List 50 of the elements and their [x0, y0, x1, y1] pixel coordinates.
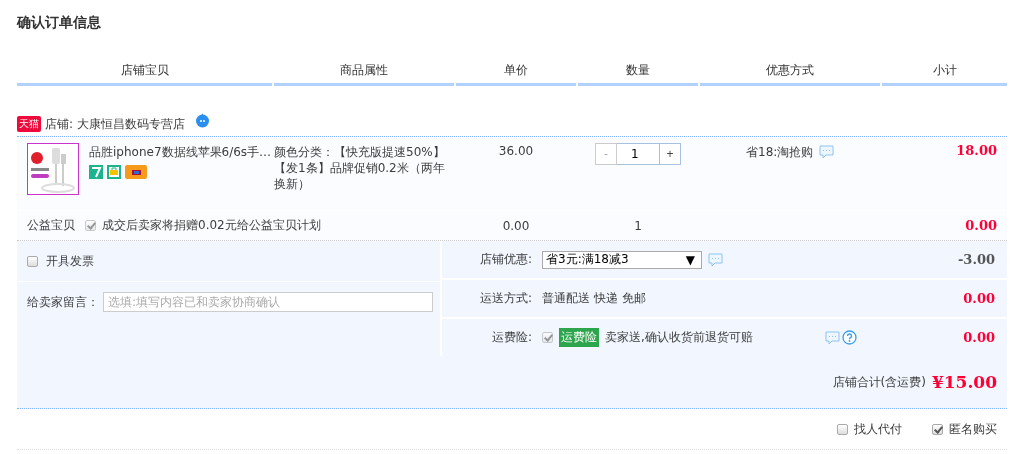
quantity-field[interactable]: 1: [617, 143, 659, 165]
select-value: 省3元:满18减3: [546, 251, 629, 268]
message-label: 给卖家留言：: [27, 293, 99, 311]
discount-text: 省18:淘抢购: [746, 144, 814, 161]
seven-day-icon: [89, 165, 103, 179]
shipping-method: 普通配送 快递 免邮: [542, 290, 646, 307]
charity-text: 成交后卖家将捐赠0.02元给公益宝贝计划: [102, 217, 321, 234]
discount-amount: -3.00: [956, 252, 996, 267]
subtotal: 18.00: [955, 143, 998, 160]
checkbox[interactable]: [542, 332, 553, 343]
checkbox[interactable]: [837, 423, 848, 435]
column-header: 单价: [456, 62, 576, 86]
insurance-tag: 运费险: [559, 328, 599, 347]
subtotal: 0.00: [964, 218, 998, 233]
store-label: 店铺:: [45, 115, 74, 133]
insurance-text: 卖家送,确认收货前退货可赔: [605, 329, 753, 346]
unit-price: 36.00: [497, 143, 535, 160]
message-field[interactable]: 选填:填写内容已和卖家协商确认: [103, 292, 433, 312]
discount-select[interactable]: 省3元:满18减3 ▼: [542, 250, 702, 269]
card-icon: [125, 165, 147, 179]
page-title: 确认订单信息: [17, 13, 102, 32]
column-header: 优惠方式: [700, 62, 880, 86]
column-header: 数量: [578, 62, 698, 86]
store-name[interactable]: 大康恒昌数码专营店: [77, 115, 186, 133]
option-label: 运费险:: [490, 329, 533, 346]
option-label: 店铺优惠:: [478, 251, 533, 268]
help-icon: [841, 330, 857, 345]
invoice-label: 开具发票: [46, 252, 94, 270]
dropdown-arrow: ▼: [685, 252, 695, 267]
insurance-amount: 0.00: [962, 330, 996, 345]
total-amount: ¥15.00: [931, 372, 997, 392]
store-badge: 天猫: [17, 116, 41, 132]
product-attributes: 颜色分类：【快充版提速50%】【发1条】品牌促销0.2米（两年换新）: [274, 144, 446, 193]
option-label: 找人代付: [854, 420, 902, 438]
option-label: 运送方式:: [478, 290, 533, 307]
column-header: 小计: [882, 62, 1007, 86]
option-label: 匿名购买: [949, 420, 997, 438]
quantity: 1: [633, 218, 643, 233]
checkbox[interactable]: [27, 255, 38, 267]
charity-label: 公益宝贝: [27, 217, 75, 234]
bag-icon: [107, 165, 121, 179]
unit-price: 0.00: [501, 218, 531, 233]
total-label: 店铺合计(含运费): [832, 373, 926, 391]
column-header: 店铺宝贝: [17, 62, 272, 86]
checkbox[interactable]: [85, 220, 96, 231]
product-name[interactable]: 品胜iphone7数据线苹果6/6s手…: [89, 144, 272, 161]
shipping-amount: 0.00: [962, 291, 996, 306]
column-header: 商品属性: [274, 62, 454, 86]
increase-button[interactable]: +: [659, 143, 681, 165]
checkbox[interactable]: [932, 423, 943, 435]
